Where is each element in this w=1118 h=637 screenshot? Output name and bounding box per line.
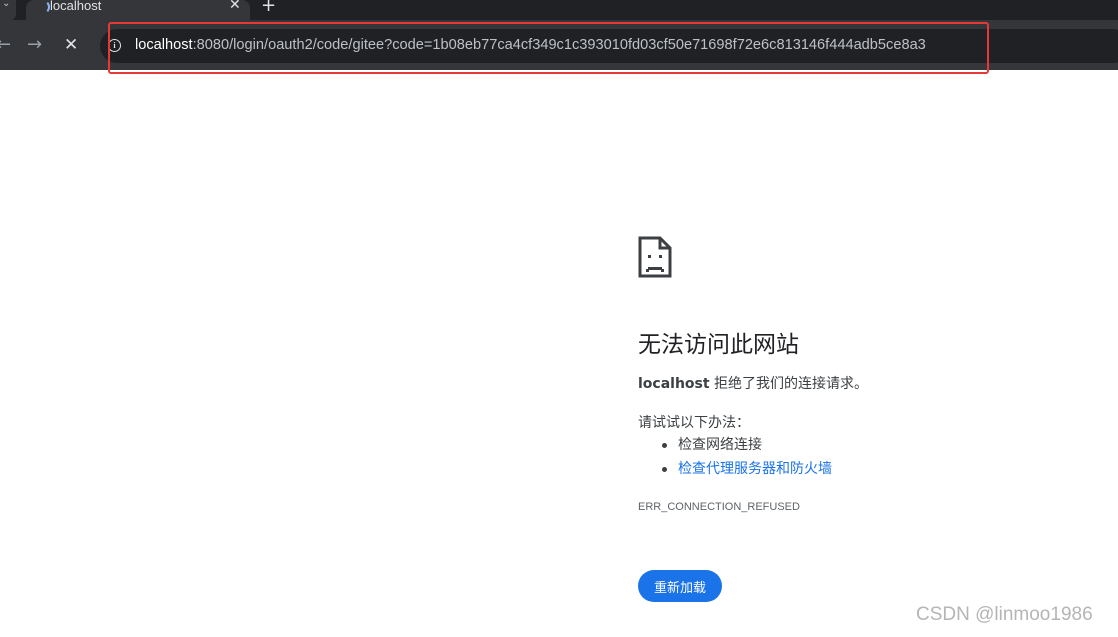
reload-button[interactable]: 重新加载 — [638, 570, 722, 602]
error-description: localhost 拒绝了我们的连接请求。 — [638, 373, 868, 393]
suggestion-check-proxy-link[interactable]: 检查代理服务器和防火墙 — [638, 458, 832, 482]
url-text[interactable]: localhost:8080/login/oauth2/code/gitee?c… — [135, 37, 926, 53]
error-title: 无法访问此网站 — [638, 332, 799, 358]
error-description-text: 拒绝了我们的连接请求。 — [709, 376, 869, 392]
watermark: CSDN @linmoo1986 — [916, 604, 1093, 625]
close-icon[interactable]: ✕ — [229, 0, 241, 13]
address-bar[interactable]: i localhost:8080/login/oauth2/code/gitee… — [100, 29, 1118, 63]
tab-title: localhost — [50, 0, 102, 13]
suggestion-check-network: 检查网络连接 — [638, 434, 832, 458]
tab-strip: ⌄ localhost ✕ + — [0, 0, 1118, 20]
back-button[interactable]: ← — [0, 34, 11, 55]
tab-search-button[interactable]: ⌄ — [0, 0, 16, 20]
suggestions-list: 检查网络连接 检查代理服务器和防火墙 — [638, 434, 832, 482]
error-code: ERR_CONNECTION_REFUSED — [638, 501, 800, 513]
chevron-down-icon: ⌄ — [2, 0, 11, 9]
new-tab-button[interactable]: + — [261, 0, 276, 16]
site-info-icon[interactable]: i — [108, 39, 121, 52]
tab-localhost[interactable]: localhost ✕ — [26, 0, 250, 20]
sad-page-icon — [638, 236, 672, 278]
url-path: :8080/login/oauth2/code/gitee?code=1b08e… — [192, 37, 926, 53]
toolbar: ← → ✕ i localhost:8080/login/oauth2/code… — [0, 20, 1118, 70]
forward-button[interactable]: → — [27, 34, 42, 55]
stop-loading-button[interactable]: ✕ — [64, 35, 78, 55]
browser-window: ⌄ localhost ✕ + ← → ✕ i localhost:8080/l… — [0, 0, 1118, 637]
loading-spinner-icon — [36, 0, 50, 14]
error-host: localhost — [638, 376, 710, 392]
suggestions-heading: 请试试以下办法： — [638, 415, 750, 431]
url-host: localhost — [135, 37, 193, 53]
